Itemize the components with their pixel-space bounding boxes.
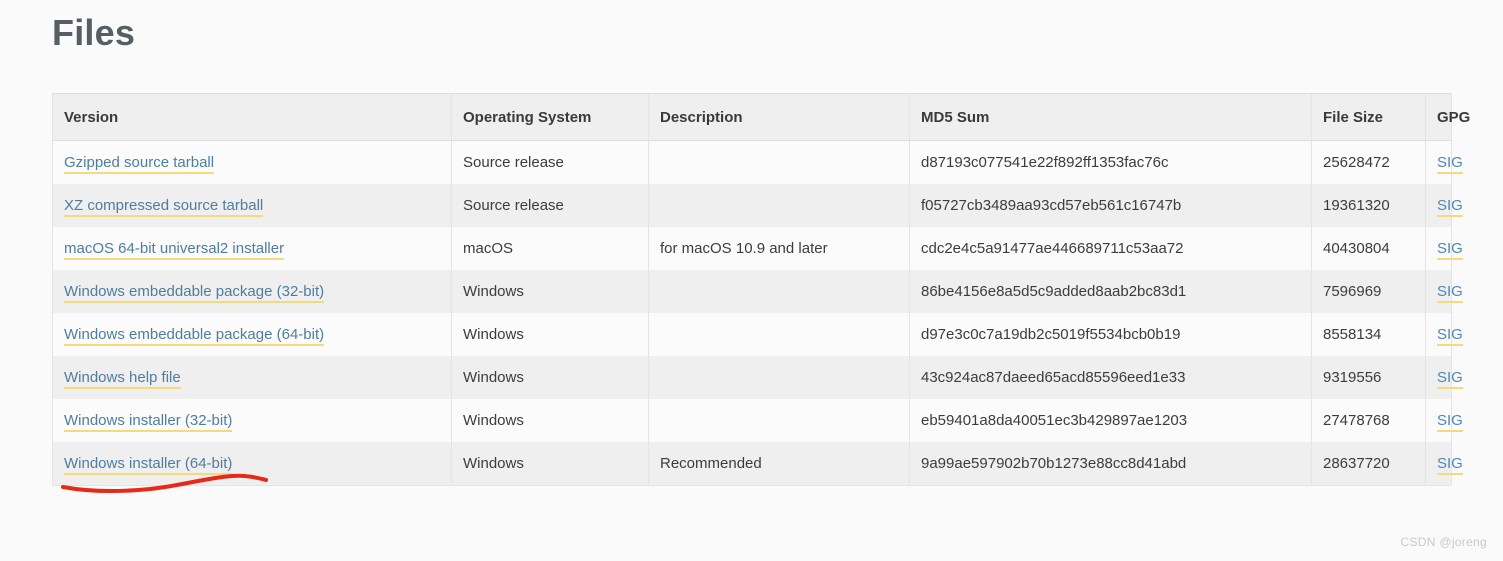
cell-gpg: SIG xyxy=(1425,442,1463,486)
cell-gpg: SIG xyxy=(1425,227,1463,270)
column-header-md5-sum: MD5 Sum xyxy=(909,93,1312,141)
cell-version: Windows embeddable package (32-bit) xyxy=(52,270,452,313)
download-link-windows-help-file[interactable]: Windows help file xyxy=(64,369,181,389)
cell-description xyxy=(648,184,910,227)
cell-operating-system: Windows xyxy=(451,442,649,486)
download-link-windows-embeddable-package-64-bit[interactable]: Windows embeddable package (64-bit) xyxy=(64,326,325,346)
cell-gpg: SIG xyxy=(1425,313,1463,356)
sig-link[interactable]: SIG xyxy=(1437,412,1463,432)
cell-version: XZ compressed source tarball xyxy=(52,184,452,227)
cell-md5-sum: cdc2e4c5a91477ae446689711c53aa72 xyxy=(909,227,1312,270)
cell-gpg: SIG xyxy=(1425,356,1463,399)
watermark-text: CSDN @joreng xyxy=(1400,535,1487,549)
cell-gpg: SIG xyxy=(1425,184,1463,227)
sig-link[interactable]: SIG xyxy=(1437,369,1463,389)
cell-operating-system: Windows xyxy=(451,313,649,356)
cell-file-size: 27478768 xyxy=(1311,399,1426,442)
table-header-row: Version Operating System Description MD5… xyxy=(52,93,1470,141)
table-row: Windows help file Windows 43c924ac87daee… xyxy=(52,356,1463,399)
cell-file-size: 28637720 xyxy=(1311,442,1426,486)
cell-file-size: 40430804 xyxy=(1311,227,1426,270)
table-row: XZ compressed source tarball Source rele… xyxy=(52,184,1463,227)
cell-file-size: 9319556 xyxy=(1311,356,1426,399)
cell-md5-sum: f05727cb3489aa93cd57eb561c16747b xyxy=(909,184,1312,227)
table-row: Windows installer (32-bit) Windows eb594… xyxy=(52,399,1463,442)
cell-file-size: 7596969 xyxy=(1311,270,1426,313)
cell-operating-system: Source release xyxy=(451,184,649,227)
cell-version: Windows installer (64-bit) xyxy=(52,442,452,486)
cell-description xyxy=(648,270,910,313)
cell-version: Windows help file xyxy=(52,356,452,399)
cell-gpg: SIG xyxy=(1425,270,1463,313)
sig-link[interactable]: SIG xyxy=(1437,240,1463,260)
cell-description xyxy=(648,399,910,442)
download-link-macos-64-bit-universal2-installer[interactable]: macOS 64-bit universal2 installer xyxy=(64,240,285,260)
sig-link[interactable]: SIG xyxy=(1437,326,1463,346)
sig-link[interactable]: SIG xyxy=(1437,283,1463,303)
table-row: Windows embeddable package (64-bit) Wind… xyxy=(52,313,1463,356)
download-link-windows-installer-32-bit[interactable]: Windows installer (32-bit) xyxy=(64,412,233,432)
cell-file-size: 8558134 xyxy=(1311,313,1426,356)
cell-md5-sum: d87193c077541e22f892ff1353fac76c xyxy=(909,140,1312,184)
download-link-windows-embeddable-package-32-bit[interactable]: Windows embeddable package (32-bit) xyxy=(64,283,325,303)
column-header-description: Description xyxy=(648,93,910,141)
sig-link[interactable]: SIG xyxy=(1437,455,1463,475)
column-header-operating-system: Operating System xyxy=(451,93,649,141)
cell-description xyxy=(648,356,910,399)
cell-md5-sum: 86be4156e8a5d5c9added8aab2bc83d1 xyxy=(909,270,1312,313)
column-header-gpg: GPG xyxy=(1425,93,1470,141)
cell-operating-system: Windows xyxy=(451,399,649,442)
cell-version: macOS 64-bit universal2 installer xyxy=(52,227,452,270)
cell-md5-sum: eb59401a8da40051ec3b429897ae1203 xyxy=(909,399,1312,442)
table-header: Version Operating System Description MD5… xyxy=(52,93,1470,141)
cell-version: Windows embeddable package (64-bit) xyxy=(52,313,452,356)
table-row: Windows installer (64-bit) Windows Recom… xyxy=(52,442,1463,486)
cell-description xyxy=(648,140,910,184)
page-title: Files xyxy=(52,12,136,53)
cell-file-size: 25628472 xyxy=(1311,140,1426,184)
cell-gpg: SIG xyxy=(1425,399,1463,442)
sig-link[interactable]: SIG xyxy=(1437,154,1463,174)
column-header-file-size: File Size xyxy=(1311,93,1426,141)
cell-description: Recommended xyxy=(648,442,910,486)
files-table-container: Version Operating System Description MD5… xyxy=(52,93,1470,486)
cell-operating-system: macOS xyxy=(451,227,649,270)
cell-operating-system: Windows xyxy=(451,270,649,313)
cell-md5-sum: d97e3c0c7a19db2c5019f5534bcb0b19 xyxy=(909,313,1312,356)
cell-operating-system: Source release xyxy=(451,140,649,184)
cell-description: for macOS 10.9 and later xyxy=(648,227,910,270)
files-table: Version Operating System Description MD5… xyxy=(52,93,1470,486)
cell-md5-sum: 43c924ac87daeed65acd85596eed1e33 xyxy=(909,356,1312,399)
table-row: Windows embeddable package (32-bit) Wind… xyxy=(52,270,1463,313)
sig-link[interactable]: SIG xyxy=(1437,197,1463,217)
download-link-xz-compressed-source-tarball[interactable]: XZ compressed source tarball xyxy=(64,197,264,217)
cell-description xyxy=(648,313,910,356)
cell-gpg: SIG xyxy=(1425,140,1463,184)
cell-version: Gzipped source tarball xyxy=(52,140,452,184)
column-header-version: Version xyxy=(52,93,452,141)
cell-md5-sum: 9a99ae597902b70b1273e88cc8d41abd xyxy=(909,442,1312,486)
table-body: Gzipped source tarball Source release d8… xyxy=(52,140,1463,486)
table-row: Gzipped source tarball Source release d8… xyxy=(52,140,1463,184)
download-link-windows-installer-64-bit[interactable]: Windows installer (64-bit) xyxy=(64,455,233,475)
cell-file-size: 19361320 xyxy=(1311,184,1426,227)
download-link-gzipped-source-tarball[interactable]: Gzipped source tarball xyxy=(64,154,215,174)
cell-operating-system: Windows xyxy=(451,356,649,399)
cell-version: Windows installer (32-bit) xyxy=(52,399,452,442)
table-row: macOS 64-bit universal2 installer macOS … xyxy=(52,227,1463,270)
